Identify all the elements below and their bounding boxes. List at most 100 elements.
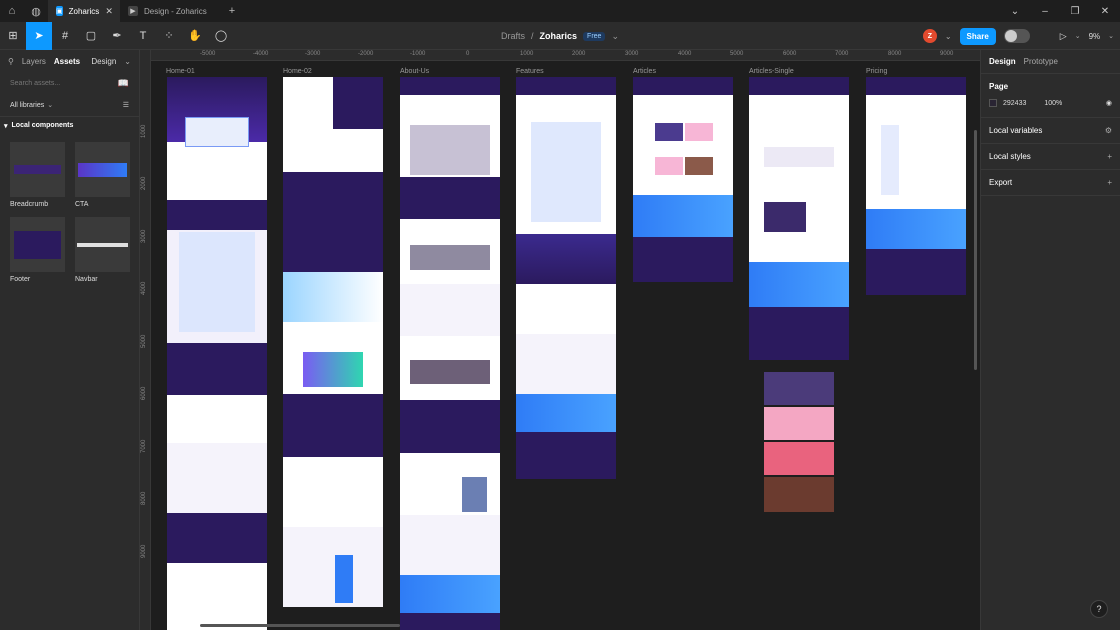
- component-breadcrumb[interactable]: Breadcrumb: [10, 142, 65, 208]
- frame-label[interactable]: Home-01: [166, 68, 195, 75]
- plus-icon[interactable]: +: [1107, 152, 1112, 161]
- zoom-level[interactable]: 9%: [1089, 32, 1101, 41]
- export-section[interactable]: Export +: [981, 170, 1120, 196]
- tools-section: [167, 513, 267, 563]
- avatar[interactable]: Z: [922, 29, 937, 43]
- feature-cards: [179, 232, 255, 332]
- innovative-section: [283, 172, 383, 272]
- libraries-dropdown[interactable]: All libraries: [10, 102, 44, 109]
- present-icon[interactable]: ▷: [1060, 31, 1067, 42]
- page-color-value[interactable]: 292433: [1003, 100, 1026, 107]
- text-tool-icon[interactable]: T: [130, 22, 156, 50]
- dev-mode-toggle[interactable]: [1003, 29, 1030, 43]
- frame-label[interactable]: About-Us: [400, 68, 429, 75]
- eye-icon[interactable]: ◉: [1106, 99, 1112, 107]
- asset-images[interactable]: [764, 372, 834, 512]
- ruler-label: -3000: [305, 51, 321, 57]
- frame-about-us[interactable]: [400, 77, 500, 630]
- search-icon[interactable]: ⚲: [8, 57, 14, 66]
- horizontal-scrollbar[interactable]: [200, 624, 400, 627]
- frame-articles-single[interactable]: [749, 77, 849, 360]
- page-selector[interactable]: Design: [91, 57, 116, 66]
- chevron-down-icon[interactable]: ⌄: [611, 31, 619, 42]
- ruler-label: -4000: [253, 51, 269, 57]
- left-panel: ⚲ Layers Assets Design ⌄ Search assets..…: [0, 50, 140, 630]
- page-header: [400, 77, 500, 95]
- globe-icon[interactable]: ◍: [24, 0, 48, 22]
- share-button[interactable]: Share: [959, 27, 996, 45]
- impressive-features: [516, 334, 616, 394]
- frame-home-01[interactable]: [167, 77, 267, 630]
- main-menu-icon[interactable]: ⊞: [0, 22, 26, 50]
- tab-prototype[interactable]: Prototype: [1024, 57, 1058, 66]
- page-opacity-value[interactable]: 100%: [1044, 100, 1062, 107]
- component-footer[interactable]: Footer: [10, 217, 65, 283]
- frame-tool-icon[interactable]: #: [52, 22, 78, 50]
- articles-section: [400, 515, 500, 575]
- ruler-label: 3000: [625, 51, 639, 57]
- chevron-down-icon[interactable]: ⌄: [1075, 32, 1081, 40]
- local-variables-section[interactable]: Local variables ⚙: [981, 118, 1120, 144]
- article-image: [685, 123, 713, 141]
- page-header: [866, 77, 966, 95]
- frame-label[interactable]: Pricing: [866, 68, 887, 75]
- tab-assets[interactable]: Assets: [54, 57, 80, 66]
- frame-label[interactable]: Articles-Single: [749, 68, 794, 75]
- search-input[interactable]: Search assets...: [10, 80, 60, 87]
- tab-layers[interactable]: Layers: [22, 57, 46, 66]
- section-label: Export: [989, 178, 1013, 187]
- plus-icon[interactable]: +: [1107, 178, 1112, 187]
- page-header: [749, 77, 849, 95]
- cta-section: [749, 262, 849, 307]
- chevron-down-icon[interactable]: ⌄: [47, 101, 53, 109]
- frame-features[interactable]: [516, 77, 616, 479]
- resources-icon[interactable]: ⁘: [156, 22, 182, 50]
- chevron-down-icon[interactable]: ⌄: [1108, 32, 1114, 40]
- close-tab-icon[interactable]: ✕: [105, 6, 113, 17]
- sliders-icon[interactable]: ⚙: [1105, 126, 1112, 135]
- chevron-down-icon[interactable]: ⌄: [945, 32, 952, 41]
- local-styles-section[interactable]: Local styles +: [981, 144, 1120, 170]
- frame-label[interactable]: Articles: [633, 68, 656, 75]
- comment-tool-icon[interactable]: ◯: [208, 22, 234, 50]
- hand-tool-icon[interactable]: ✋: [182, 22, 208, 50]
- breadcrumb-folder[interactable]: Drafts: [501, 31, 525, 41]
- tab-design-zoharics[interactable]: ▶ Design - Zoharics: [120, 0, 220, 22]
- restore-icon[interactable]: ❐: [1060, 6, 1090, 17]
- vertical-scrollbar[interactable]: [974, 130, 977, 370]
- chevron-down-icon[interactable]: ⌄: [124, 57, 131, 66]
- figma-file-icon: ▣: [56, 6, 63, 16]
- minimize-icon[interactable]: –: [1030, 6, 1060, 17]
- file-name[interactable]: Zoharics: [540, 31, 578, 41]
- component-navbar[interactable]: Navbar: [75, 217, 130, 283]
- move-tool-icon[interactable]: ➤: [26, 21, 52, 50]
- pen-tool-icon[interactable]: ✒: [104, 22, 130, 50]
- frame-home-02[interactable]: [283, 77, 383, 607]
- new-tab-icon[interactable]: +: [220, 0, 244, 22]
- help-button[interactable]: ?: [1090, 600, 1108, 618]
- decisions-section: [283, 272, 383, 322]
- color-swatch[interactable]: [989, 99, 997, 107]
- building-bridges-image: [410, 245, 490, 270]
- tab-design[interactable]: Design: [989, 57, 1016, 66]
- tab-zoharics[interactable]: ▣ Zoharics ✕: [48, 0, 120, 22]
- frame-pricing[interactable]: [866, 77, 966, 295]
- list-view-icon[interactable]: ☰: [123, 101, 129, 109]
- shape-tool-icon[interactable]: ▢: [78, 22, 104, 50]
- home-icon[interactable]: ⌂: [0, 0, 24, 22]
- frame-label[interactable]: Features: [516, 68, 544, 75]
- library-book-icon[interactable]: 📖: [118, 78, 129, 89]
- local-components-label: Local components: [11, 122, 74, 129]
- overflow-chevron-icon[interactable]: ⌄: [1000, 6, 1030, 17]
- close-window-icon[interactable]: ✕: [1090, 6, 1120, 17]
- canvas[interactable]: -5000 -4000 -3000 -2000 -1000 0 1000 200…: [140, 50, 980, 630]
- frame-label[interactable]: Home-02: [283, 68, 312, 75]
- local-components-header[interactable]: ▾ Local components: [0, 116, 139, 134]
- frame-articles[interactable]: [633, 77, 733, 282]
- ruler-label: -2000: [358, 51, 374, 57]
- breadcrumb-separator: /: [531, 31, 534, 41]
- component-cta[interactable]: CTA: [75, 142, 130, 208]
- values-section: [400, 284, 500, 336]
- cta-section: [633, 195, 733, 237]
- ruler-label: 9000: [940, 51, 954, 57]
